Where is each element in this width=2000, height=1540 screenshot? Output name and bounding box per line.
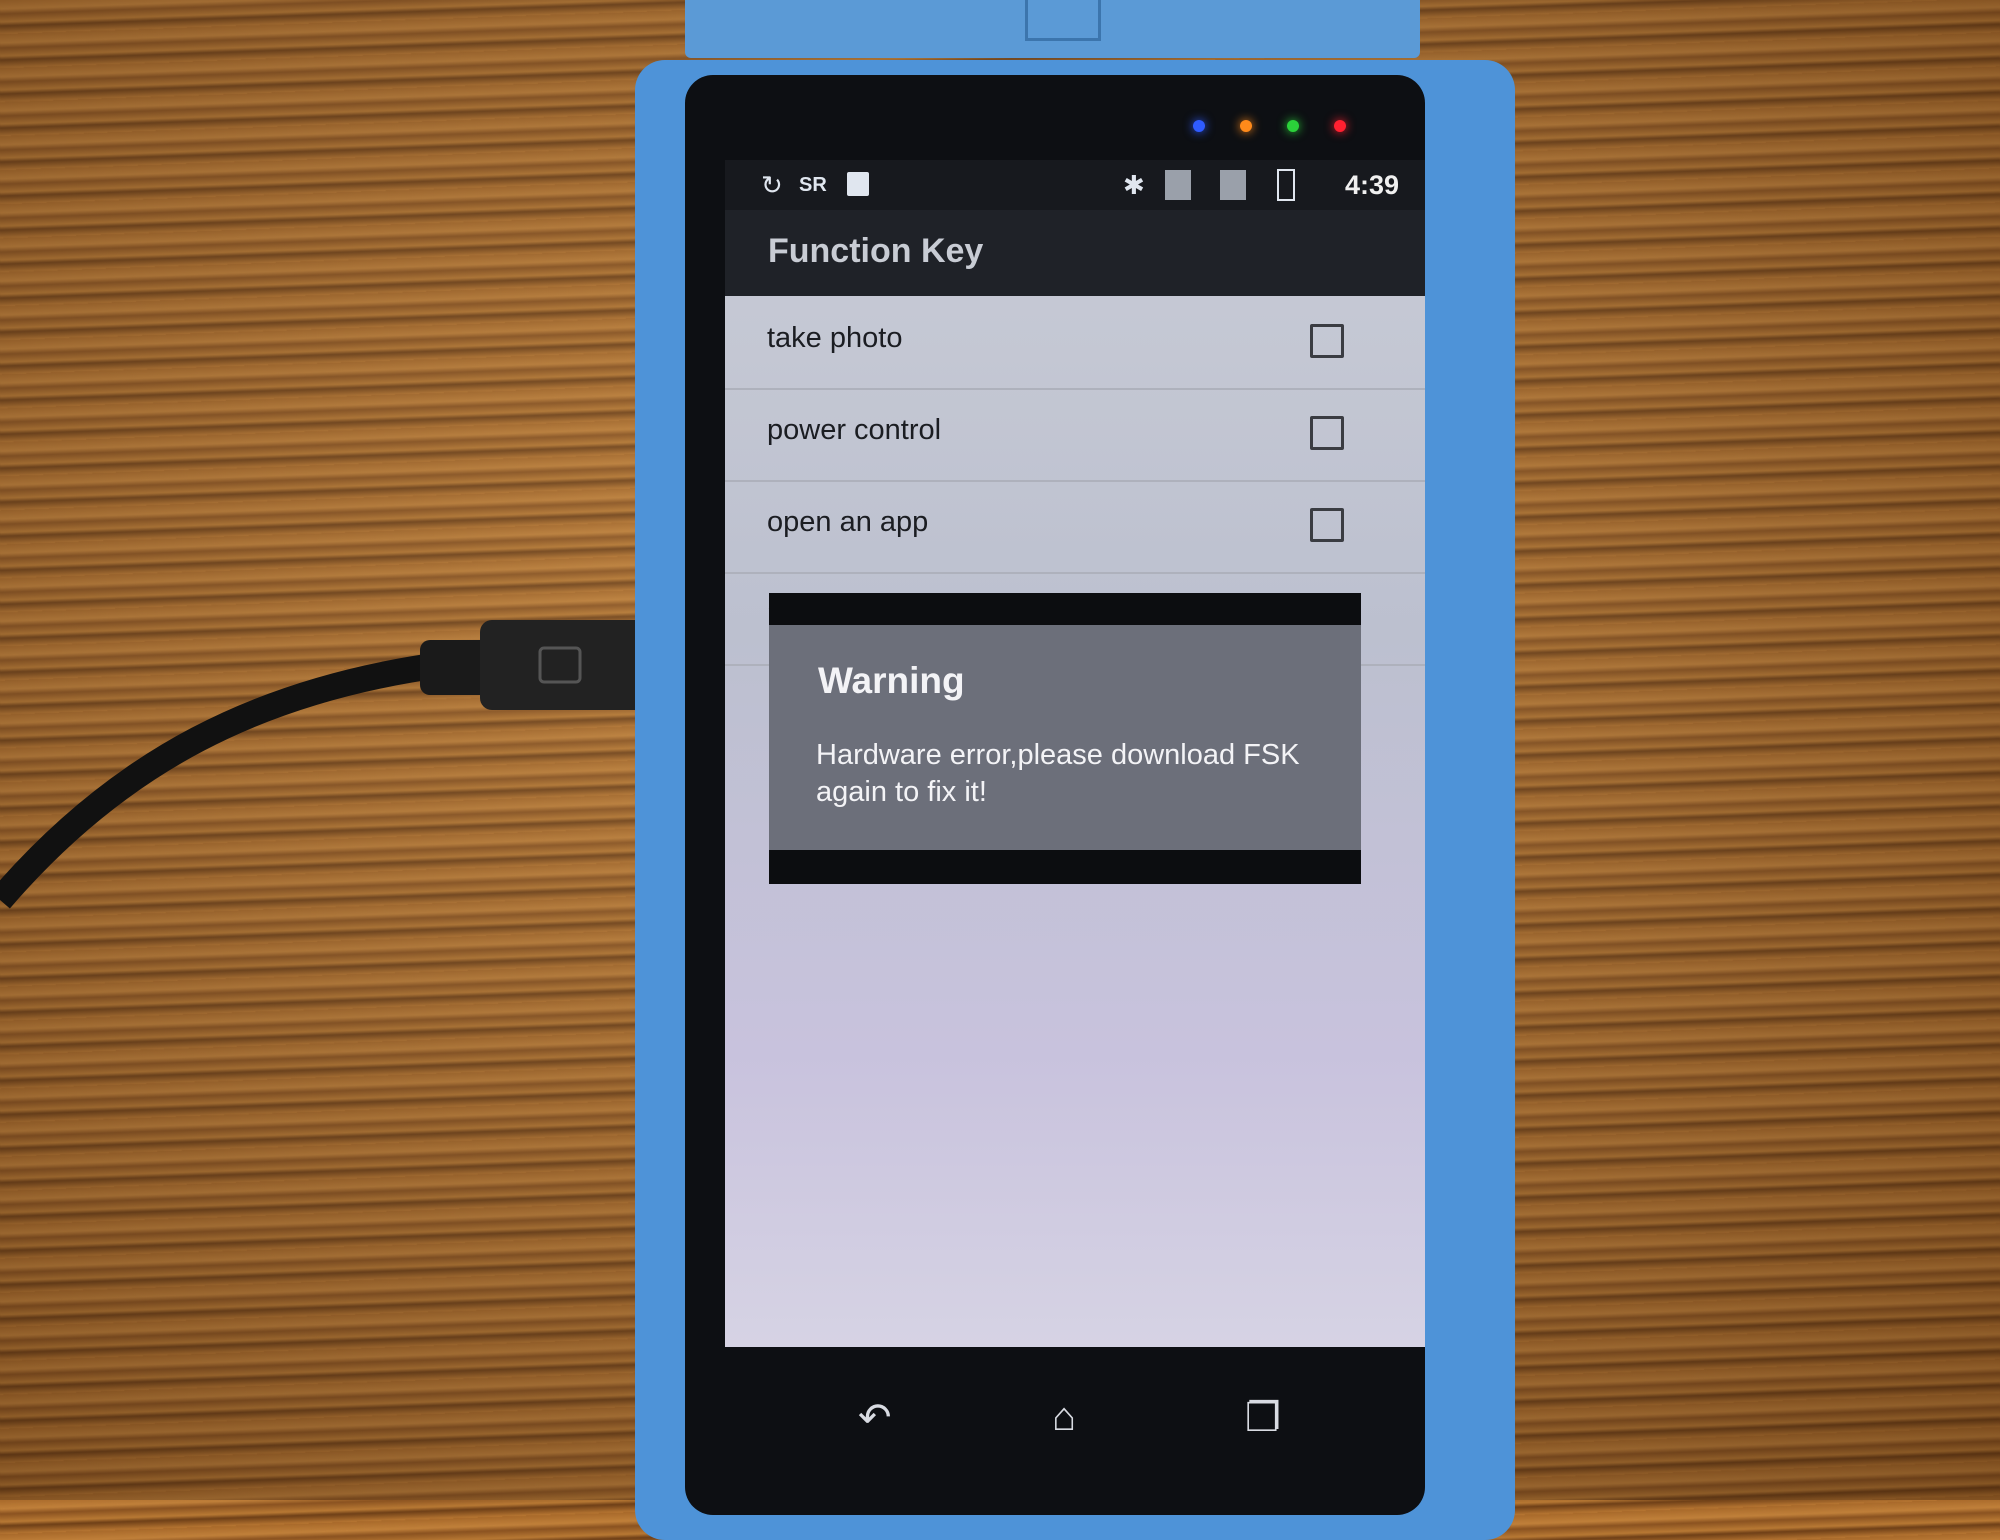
sync-icon: ↻ — [761, 170, 783, 200]
sr-icon: SR — [799, 174, 827, 196]
navigation-bar: ↶ ⌂ ❐ — [0, 1395, 2000, 1465]
back-icon[interactable]: ↶ — [858, 1395, 892, 1441]
list-item-open-an-app[interactable]: open an app — [725, 480, 1425, 574]
device-screen: ↻ SR ✱ 4:39 Function Key take photo powe… — [725, 160, 1425, 1347]
led-indicator-orange — [1240, 120, 1252, 132]
no-sim-icon — [1165, 170, 1191, 200]
notification-square-icon — [847, 172, 869, 196]
led-indicator-red — [1334, 120, 1346, 132]
paper-slot — [1025, 0, 1101, 41]
power-control-checkbox[interactable] — [1310, 416, 1344, 450]
list-item-label: open an app — [767, 506, 929, 538]
page-title: Function Key — [768, 232, 984, 270]
dialog-title: Warning — [818, 660, 965, 701]
led-indicator-blue — [1193, 120, 1205, 132]
clock: 4:39 — [1344, 170, 1399, 200]
no-sim-icon — [1220, 170, 1246, 200]
printer-module — [685, 0, 1420, 58]
list-item-label: take photo — [767, 322, 903, 354]
bluetooth-icon: ✱ — [1123, 170, 1145, 200]
battery-charging-icon — [1277, 169, 1295, 201]
usb-plug — [480, 620, 655, 710]
usb-cable-strain-relief — [420, 640, 490, 695]
list-item-power-control[interactable]: power control — [725, 388, 1425, 482]
list-item-take-photo[interactable]: take photo — [725, 296, 1425, 390]
list-item-label: power control — [767, 414, 942, 446]
status-bar: ↻ SR ✱ 4:39 — [725, 160, 1425, 210]
dialog-message: Hardware error,please download FSK again… — [816, 739, 1300, 808]
led-indicator-green — [1287, 120, 1299, 132]
take-photo-checkbox[interactable] — [1310, 324, 1344, 358]
warning-dialog: Warning Hardware error,please download F… — [769, 593, 1361, 884]
dialog-content: Warning Hardware error,please download F… — [769, 625, 1361, 850]
recent-apps-icon[interactable]: ❐ — [1245, 1395, 1281, 1441]
open-an-app-checkbox[interactable] — [1310, 508, 1344, 542]
home-icon[interactable]: ⌂ — [1052, 1395, 1076, 1440]
app-bar: Function Key — [725, 210, 1425, 296]
